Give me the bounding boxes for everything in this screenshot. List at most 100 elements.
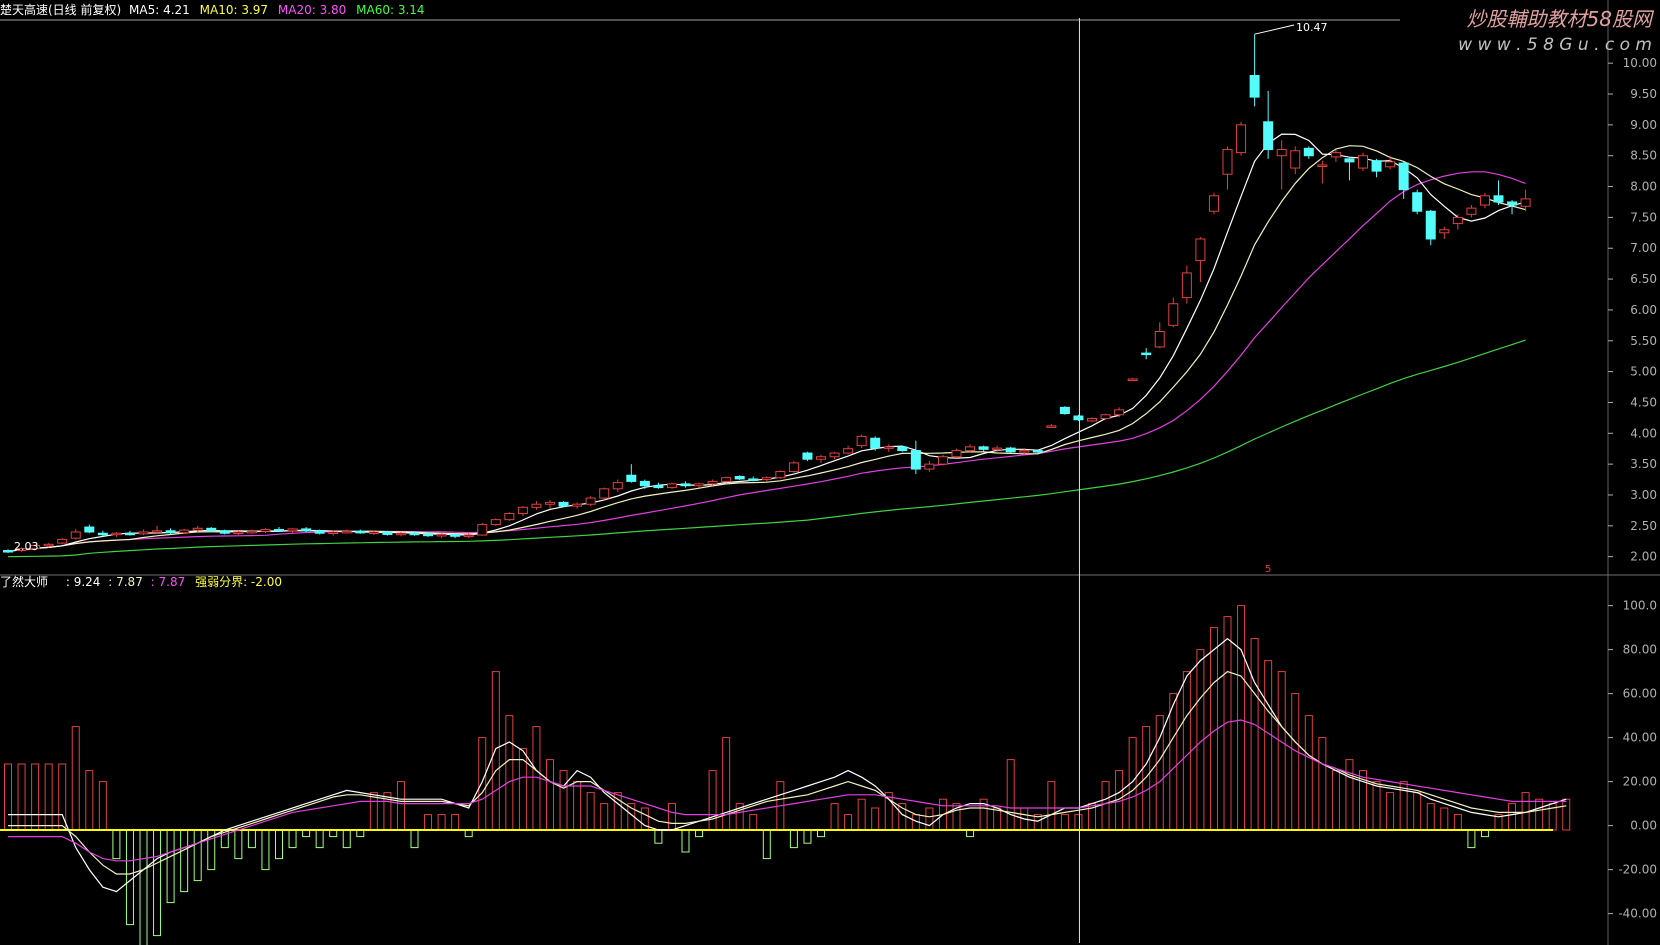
candle-body: [1114, 409, 1125, 416]
candle-body: [883, 446, 894, 449]
signal-marker: 5: [1265, 564, 1271, 575]
candle-body: [111, 532, 122, 536]
indicator-tick-label: 40.00: [1623, 731, 1657, 745]
candle-body: [1344, 158, 1355, 163]
price-tick-label: 8.50: [1630, 149, 1657, 163]
candle-body: [965, 446, 976, 452]
candle-body: [1263, 121, 1274, 151]
candle-body: [707, 480, 718, 485]
candle-body: [910, 450, 921, 470]
candle-body: [1479, 195, 1490, 206]
price-tick-label: 6.00: [1630, 303, 1657, 317]
price-tick-label: 9.00: [1630, 118, 1657, 132]
candle-body: [1398, 162, 1409, 191]
candle-body: [802, 452, 813, 460]
candle-body: [816, 456, 826, 460]
candle-body: [246, 530, 257, 534]
ma5-label: MA5: 4.21: [129, 3, 190, 17]
candle-body: [1127, 378, 1138, 382]
candle-body: [395, 532, 406, 536]
stock-chart: 10.00 9.50 9.00 8.50 8.00 7.50 7.00 6.50 6.00 5.5…: [0, 0, 1660, 945]
candle-body: [1290, 150, 1301, 169]
ma10-label: MA10: 3.97: [200, 3, 268, 17]
candle-body: [328, 531, 339, 534]
indicator-tick-label: -20.00: [1618, 863, 1657, 877]
indicator-tick-label: 0.00: [1630, 819, 1657, 833]
indicator-boundary: 强弱分界: -2.00: [195, 575, 282, 589]
ma60-label: MA60: 3.14: [356, 3, 424, 17]
candle-body: [1439, 229, 1450, 234]
candle-body: [1046, 425, 1057, 428]
candle-body: [1358, 155, 1368, 169]
candle-body: [138, 531, 149, 535]
indicator-name: 了然大师: [0, 574, 48, 589]
candle-body: [1276, 149, 1287, 157]
candle-body: [1412, 192, 1423, 212]
candle-body: [1493, 195, 1504, 203]
candle-body: [1452, 216, 1463, 225]
candle-body: [1425, 210, 1436, 240]
price-tick-label: 2.00: [1630, 550, 1657, 564]
candle-body: [301, 528, 312, 532]
candle-body: [1032, 450, 1043, 453]
candle-body: [734, 475, 745, 480]
watermark-cn: 炒股輔助教材58股网: [1467, 7, 1655, 31]
peak-price-label: 10.47: [1296, 21, 1328, 34]
candle-body: [84, 526, 95, 533]
candle-body: [612, 482, 623, 490]
candle-body: [653, 485, 664, 489]
candle-body: [585, 497, 596, 505]
candle-body: [463, 534, 474, 538]
price-tick-label: 8.00: [1630, 180, 1657, 194]
price-tick-label: 7.00: [1630, 241, 1657, 255]
candle-body: [1236, 124, 1247, 154]
price-tick-label: 5.00: [1630, 365, 1657, 379]
candle-body: [788, 462, 799, 473]
candle-body: [219, 530, 230, 534]
indicator-tick-label: 20.00: [1623, 775, 1657, 789]
candle-body: [1222, 149, 1233, 175]
candle-body: [897, 446, 908, 452]
price-tick-label: 10.00: [1623, 56, 1657, 70]
candle-body: [1195, 238, 1206, 262]
price-tick-label: 5.50: [1630, 334, 1657, 348]
candle-body: [179, 529, 190, 534]
candle-body: [694, 483, 705, 487]
candle-body: [409, 532, 420, 536]
price-tick-label: 4.00: [1630, 426, 1657, 440]
candle-body: [761, 477, 772, 481]
candle-body: [1087, 417, 1097, 422]
candle-body: [1371, 160, 1382, 172]
candle-body: [599, 488, 610, 499]
candle-body: [992, 447, 1003, 451]
ma20-label: MA20: 3.80: [278, 3, 346, 17]
candle-body: [1073, 415, 1084, 421]
candle-body: [937, 456, 948, 465]
candle-body: [1005, 447, 1016, 453]
candle-body: [978, 446, 989, 450]
candle-body: [531, 503, 542, 508]
candle-body: [192, 527, 203, 531]
candle-body: [1303, 147, 1314, 157]
candle-body: [1507, 201, 1518, 206]
candle-body: [233, 531, 244, 534]
candle-body: [748, 478, 759, 481]
candle-body: [951, 450, 962, 458]
indicator-tick-label: 80.00: [1623, 643, 1657, 657]
candle-body: [70, 531, 81, 539]
candle-body: [477, 524, 488, 536]
candle-body: [843, 448, 854, 454]
price-tick-label: 7.50: [1630, 210, 1657, 224]
candle-body: [558, 501, 569, 507]
candle-body: [341, 530, 352, 534]
candle-body: [1249, 75, 1260, 98]
candle-body: [57, 538, 68, 544]
candle-body: [436, 533, 447, 537]
indicator-v1: : 9.24: [66, 575, 101, 589]
candle-body: [3, 549, 13, 553]
indicator-tick-label: -40.00: [1618, 907, 1657, 921]
candle-body: [680, 483, 691, 487]
candle-body: [206, 527, 217, 532]
candle-body: [572, 503, 583, 507]
chart-header: 楚天高速(日线 前复权) MA5: 4.21 MA10: 3.97 MA20: …: [0, 2, 425, 17]
